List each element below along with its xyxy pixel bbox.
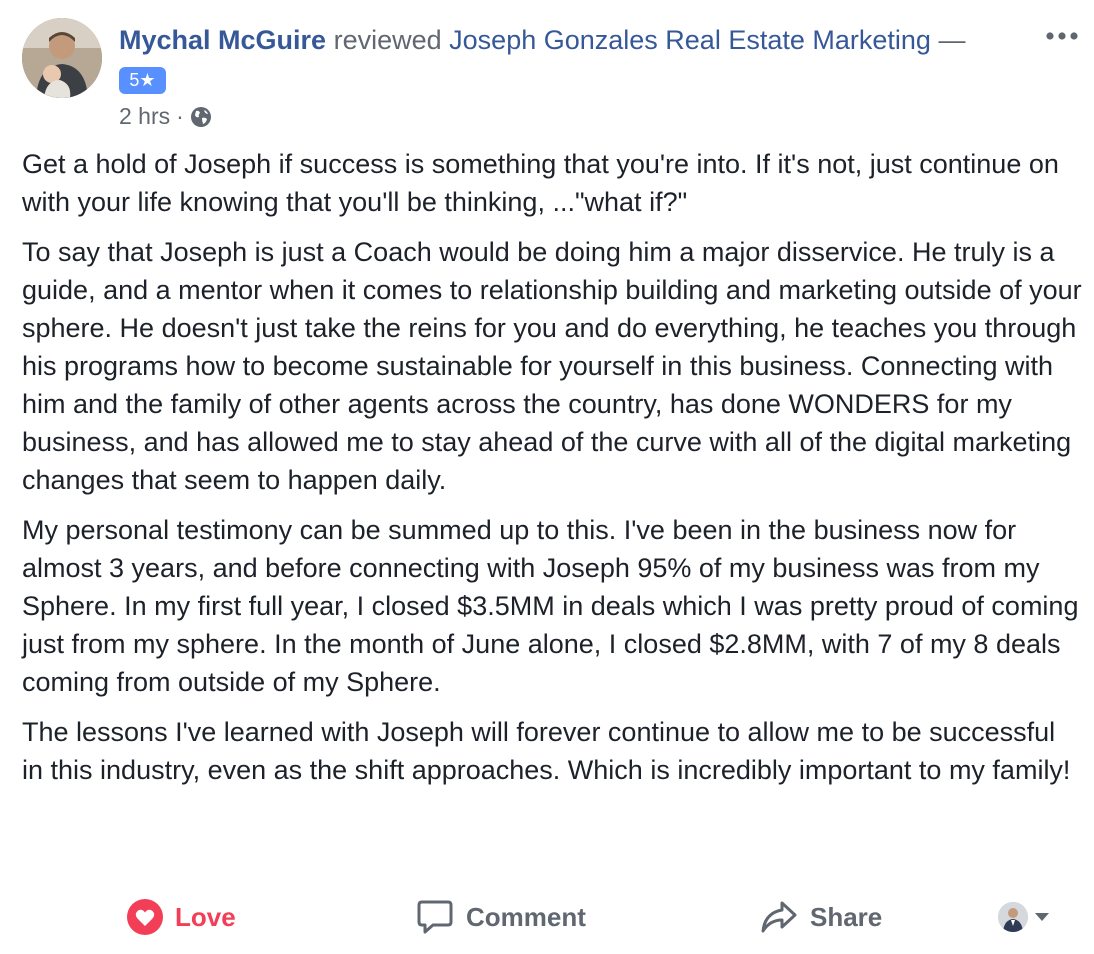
reaction-identity-selector[interactable] [998, 900, 1050, 934]
meta-separator: · [176, 103, 184, 129]
review-post: Mychal McGuire reviewed Joseph Gonzales … [0, 0, 1094, 954]
comment-button[interactable]: Comment [416, 894, 586, 940]
more-options-button[interactable] [1042, 22, 1082, 52]
heart-icon [127, 899, 163, 935]
timestamp-link[interactable]: 2 hrs [119, 101, 170, 131]
speech-bubble-icon [417, 900, 453, 934]
share-arrow-icon [761, 901, 797, 933]
review-header: Mychal McGuire reviewed Joseph Gonzales … [119, 22, 965, 58]
post-meta: 2 hrs · [119, 101, 212, 131]
header-dash: — [938, 25, 966, 55]
avatar-photo [22, 18, 102, 98]
more-dots-icon [1046, 32, 1078, 40]
review-verb: reviewed [333, 25, 442, 55]
review-paragraph: To say that Joseph is just a Coach would… [22, 237, 1082, 495]
page-avatar [998, 902, 1028, 932]
review-paragraph: The lessons I've learned with Joseph wil… [22, 717, 1071, 785]
review-paragraph: My personal testimony can be summed up t… [22, 515, 1079, 697]
love-button[interactable]: Love [127, 894, 236, 940]
share-button[interactable]: Share [760, 894, 882, 940]
author-avatar[interactable] [22, 18, 102, 98]
rating-badge: 5★ [119, 67, 166, 94]
chevron-down-icon [1035, 913, 1049, 921]
action-bar: Love Comment Share [0, 894, 1094, 940]
author-name-link[interactable]: Mychal McGuire [119, 25, 326, 55]
love-label: Love [175, 901, 236, 932]
globe-icon[interactable] [190, 105, 212, 127]
review-text: Get a hold of Joseph if success is somet… [22, 145, 1082, 801]
page-name-link[interactable]: Joseph Gonzales Real Estate Marketing [449, 25, 931, 55]
review-paragraph: Get a hold of Joseph if success is somet… [22, 149, 1059, 217]
share-label: Share [810, 901, 883, 932]
comment-label: Comment [466, 901, 586, 932]
